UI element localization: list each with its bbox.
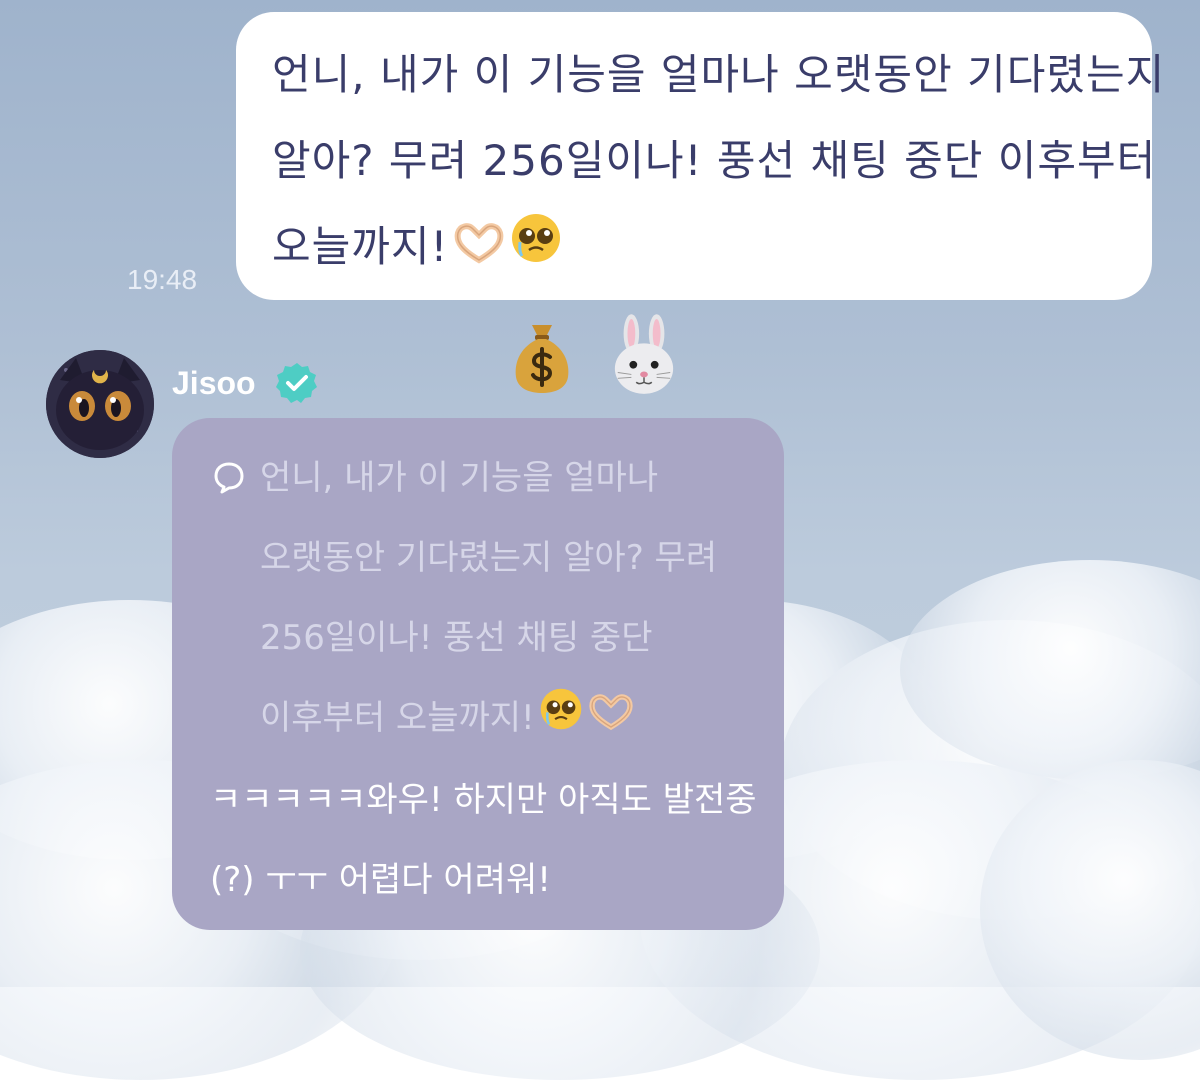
heart-hands-icon: [587, 680, 635, 760]
outgoing-message-line: 알아? 무려 256일이나! 풍선 채팅 중단 이후부터: [272, 136, 1157, 185]
reply-line: (?) ㅜㅜ 어렵다 어려워!: [210, 859, 551, 900]
verified-badge-icon: [274, 360, 320, 406]
quoted-message-line: 이후부터 오늘까지!: [260, 678, 746, 760]
avatar[interactable]: [46, 350, 154, 458]
chat-view: 언니, 내가 이 기능을 얼마나 오랫동안 기다렸는지 알아? 무려 256일이…: [0, 0, 1200, 987]
outgoing-message-bubble[interactable]: 언니, 내가 이 기능을 얼마나 오랫동안 기다렸는지 알아? 무려 256일이…: [236, 12, 1166, 300]
outgoing-message-text: 오늘까지!: [272, 222, 449, 271]
message-reactions[interactable]: [508, 312, 678, 398]
quoted-message-text: 이후부터 오늘까지!: [260, 698, 535, 738]
money-bag-icon[interactable]: [508, 312, 576, 398]
reply-line: ㅋㅋㅋㅋㅋ와우! 하지만 아직도 발전중: [210, 779, 757, 820]
pleading-face-icon: [510, 207, 562, 293]
quoted-message-line: 오랫동안 기다렸는지 알아? 무려: [260, 538, 718, 578]
sender-header: Jisoo: [172, 360, 320, 406]
sender-name[interactable]: Jisoo: [172, 365, 256, 402]
pleading-face-icon: [539, 680, 583, 760]
rabbit-face-icon[interactable]: [610, 312, 678, 398]
quoted-message[interactable]: 언니, 내가 이 기능을 얼마나 오랫동안 기다렸는지 알아? 무려 256일이…: [210, 438, 746, 760]
incoming-message-bubble[interactable]: 언니, 내가 이 기능을 얼마나 오랫동안 기다렸는지 알아? 무려 256일이…: [172, 418, 784, 930]
quoted-message-line: 언니, 내가 이 기능을 얼마나: [260, 458, 659, 498]
outgoing-message-line: 언니, 내가 이 기능을 얼마나 오랫동안 기다렸는지: [272, 50, 1166, 99]
reply-text: ㅋㅋㅋㅋㅋ와우! 하지만 아직도 발전중 (?) ㅜㅜ 어렵다 어려워!: [210, 760, 757, 920]
speech-bubble-icon: [212, 460, 246, 494]
quoted-message-line: 256일이나! 풍선 채팅 중단: [260, 618, 653, 658]
outgoing-message-line: 오늘까지!: [272, 204, 1116, 293]
message-timestamp: 19:48: [127, 264, 198, 295]
heart-hands-icon: [452, 207, 506, 293]
